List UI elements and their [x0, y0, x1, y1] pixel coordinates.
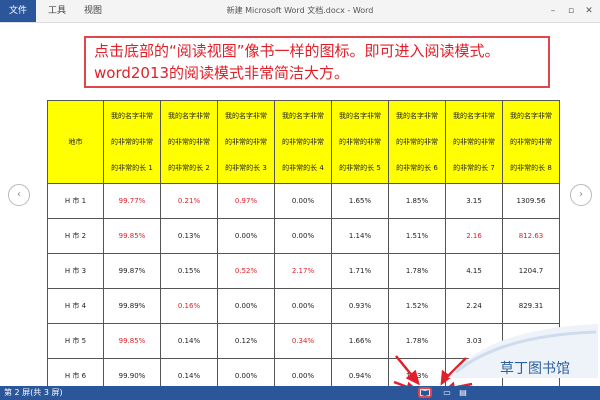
table-cell: 0.16% [160, 288, 218, 324]
restore-icon[interactable]: ▫ [562, 0, 580, 22]
table-cell: 0.00% [274, 218, 332, 254]
header-col-2: 我的名字非常 的非常的非常 的非常的长 2 [160, 100, 218, 184]
header-col-8: 我的名字非常 的非常的非常 的非常的长 8 [502, 100, 560, 184]
table-cell: H 市 2 [47, 218, 104, 254]
table-cell: 2.17% [274, 253, 332, 289]
header-col-4: 我的名字非常 的非常的非常 的非常的长 4 [274, 100, 332, 184]
annotation-line-1: 点击底部的“阅读视图”像书一样的图标。即可进入阅读模式。 [94, 42, 500, 60]
print-layout-icon[interactable]: ▭ [440, 386, 454, 400]
table-cell: 829.31 [502, 288, 560, 324]
table-row: H 市 1 99.77% 0.21% 0.97% 0.00% 1.65% 1.8… [47, 183, 560, 219]
minimize-icon[interactable]: – [544, 0, 562, 22]
book-icon [421, 390, 429, 396]
watermark-text: 草丁图书馆 [500, 361, 570, 377]
table-cell: 1.78% [388, 253, 446, 289]
table-cell: 0.21% [160, 183, 218, 219]
table-cell: H 市 1 [47, 183, 104, 219]
table-cell: 0.13% [160, 218, 218, 254]
table-row: H 市 2 99.85% 0.13% 0.00% 0.00% 1.14% 1.5… [47, 218, 560, 254]
annotation-box: 点击底部的“阅读视图”像书一样的图标。即可进入阅读模式。 word2013的阅读… [84, 36, 550, 88]
close-icon[interactable]: ✕ [580, 0, 598, 22]
annotation-line-2: word2013的阅读模式非常简洁大方。 [94, 64, 350, 82]
read-mode-button[interactable] [418, 387, 432, 398]
table-row: H 市 3 99.87% 0.15% 0.52% 2.17% 1.71% 1.7… [47, 253, 560, 289]
table-cell: 0.14% [160, 323, 218, 359]
header-col-1: 我的名字非常 的非常的非常 的非常的长 1 [103, 100, 161, 184]
table-cell: 0.12% [217, 323, 275, 359]
table-cell: 99.85% [103, 218, 161, 254]
table-cell: 0.52% [217, 253, 275, 289]
table-cell: H 市 3 [47, 253, 104, 289]
table-cell: H 市 4 [47, 288, 104, 324]
web-layout-icon[interactable]: ▤ [456, 386, 470, 400]
page-indicator: 第 2 屏(共 3 屏) [4, 388, 63, 397]
header-col-7: 我的名字非常 的非常的非常 的非常的长 7 [445, 100, 503, 184]
table-cell: 0.93% [331, 288, 389, 324]
tab-file[interactable]: 文件 [0, 0, 36, 22]
table-cell: 2.16 [445, 218, 503, 254]
table-row: H 市 4 99.89% 0.16% 0.00% 0.00% 0.93% 1.5… [47, 288, 560, 324]
table-cell: 99.87% [103, 253, 161, 289]
table-cell: 1.71% [331, 253, 389, 289]
tab-tools[interactable]: 工具 [48, 0, 66, 22]
table-cell: 0.00% [274, 288, 332, 324]
table-cell: 1.65% [331, 183, 389, 219]
tab-view[interactable]: 视图 [84, 0, 102, 22]
next-page-button[interactable]: › [570, 184, 592, 206]
table-cell: 0.00% [217, 218, 275, 254]
table-cell: 1204.7 [502, 253, 560, 289]
table-cell: 1.14% [331, 218, 389, 254]
table-cell: 1.51% [388, 218, 446, 254]
table-cell: 1.52% [388, 288, 446, 324]
table-cell: 1.85% [388, 183, 446, 219]
table-header-row: 地市 我的名字非常 的非常的非常 的非常的长 1 我的名字非常 的非常的非常 的非常的长… [47, 100, 560, 184]
status-bar: 第 2 屏(共 3 屏) ▭ ▤ [0, 386, 600, 400]
table-cell: 0.00% [217, 288, 275, 324]
table-cell: 99.89% [103, 288, 161, 324]
table-cell: 99.77% [103, 183, 161, 219]
table-cell: 812.63 [502, 218, 560, 254]
table-cell: H 市 5 [47, 323, 104, 359]
table-cell: 0.34% [274, 323, 332, 359]
header-city: 地市 [47, 100, 104, 184]
table-cell: 0.97% [217, 183, 275, 219]
header-col-6: 我的名字非常 的非常的非常 的非常的长 6 [388, 100, 446, 184]
table-cell: 0.15% [160, 253, 218, 289]
header-col-3: 我的名字非常 的非常的非常 的非常的长 3 [217, 100, 275, 184]
table-cell: 2.24 [445, 288, 503, 324]
header-col-5: 我的名字非常 的非常的非常 的非常的长 5 [331, 100, 389, 184]
table-cell: 3.15 [445, 183, 503, 219]
table-cell: 4.15 [445, 253, 503, 289]
ribbon-bar: 文件 工具 视图 新建 Microsoft Word 文档.docx - Wor… [0, 0, 600, 23]
prev-page-button[interactable]: ‹ [8, 184, 30, 206]
table-cell: 1.66% [331, 323, 389, 359]
table-cell: 1309.56 [502, 183, 560, 219]
table-cell: 99.85% [103, 323, 161, 359]
table-cell: 0.00% [274, 183, 332, 219]
